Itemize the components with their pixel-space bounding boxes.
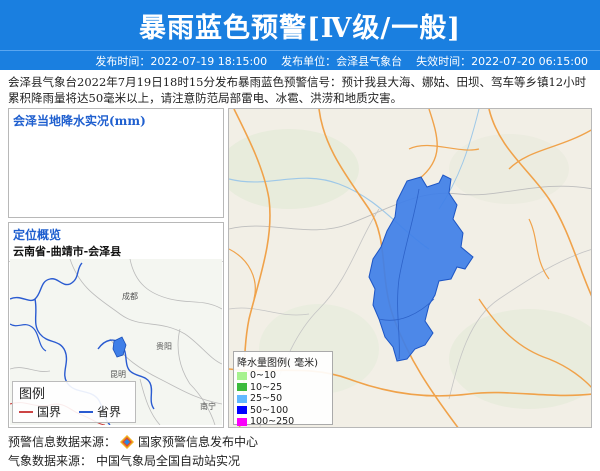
color-swatch bbox=[237, 394, 247, 403]
publish-time: 发布时间：2022-07-19 18:15:00 bbox=[95, 54, 268, 68]
meta-bar: 发布时间：2022-07-19 18:15:00 发布单位：会泽县气象台 失效时… bbox=[0, 50, 600, 70]
legend-title: 图例 bbox=[19, 387, 46, 402]
warning-area-map[interactable]: 降水量图例( 毫米) 0~10 10~25 25~50 50~100 100~2… bbox=[228, 108, 592, 428]
weather-label: 气象数据来源： bbox=[8, 454, 93, 468]
legend-province-border: 省界 bbox=[79, 403, 121, 420]
weather-source: 气象数据来源： 中国气象局全国自动站实况 bbox=[8, 452, 240, 469]
legend-label: 国界 bbox=[37, 405, 62, 419]
legend-label: 100~250 bbox=[250, 416, 295, 428]
rainfall-legend-item: 25~50 bbox=[237, 393, 329, 405]
location-panel: 定位概览 云南省-曲靖市-会泽县 成都 贵阳 昆明 南宁 图例 国界 省界 bbox=[8, 222, 224, 428]
color-swatch bbox=[237, 417, 247, 426]
expire-time: 失效时间：2022-07-20 06:15:00 bbox=[416, 54, 588, 68]
location-panel-title: 定位概览 bbox=[13, 228, 62, 242]
city-label: 贵阳 bbox=[156, 341, 172, 351]
color-swatch bbox=[237, 383, 247, 392]
city-label: 南宁 bbox=[200, 401, 216, 411]
overview-legend: 图例 国界 省界 bbox=[12, 381, 136, 423]
warning-source: 预警信息数据来源： 国家预警信息发布中心 bbox=[8, 433, 258, 450]
page-title: 暴雨蓝色预警[Ⅳ级/一般] bbox=[138, 12, 462, 44]
publisher: 发布单位：会泽县气象台 bbox=[281, 54, 403, 68]
city-label: 昆明 bbox=[110, 370, 126, 379]
legend-label: 省界 bbox=[97, 405, 122, 419]
rainfall-panel-title: 会泽当地降水实况(mm) bbox=[13, 114, 146, 128]
legend-label: 50~100 bbox=[250, 404, 289, 416]
rainfall-panel: 会泽当地降水实况(mm) bbox=[8, 108, 224, 218]
legend-label: 10~25 bbox=[250, 381, 283, 393]
weather-source-value: 中国气象局全国自动站实况 bbox=[96, 454, 241, 468]
color-swatch bbox=[237, 371, 247, 380]
rainfall-legend-item: 100~250 bbox=[237, 416, 329, 428]
color-swatch bbox=[237, 406, 247, 415]
legend-label: 25~50 bbox=[250, 393, 283, 405]
country-line-icon bbox=[19, 410, 33, 413]
source-label: 预警信息数据来源： bbox=[8, 435, 117, 449]
rainfall-legend-title: 降水量图例( 毫米) bbox=[237, 358, 318, 369]
rainfall-legend-item: 10~25 bbox=[237, 382, 329, 394]
warning-center-logo-icon bbox=[120, 434, 135, 449]
rainfall-legend-item: 0~10 bbox=[237, 370, 329, 382]
rainfall-legend-item: 50~100 bbox=[237, 405, 329, 417]
source-link[interactable]: 国家预警信息发布中心 bbox=[138, 433, 258, 450]
rainfall-legend: 降水量图例( 毫米) 0~10 10~25 25~50 50~100 100~2… bbox=[233, 351, 333, 428]
province-line-icon bbox=[79, 410, 94, 413]
legend-country-border: 国界 bbox=[19, 403, 61, 420]
city-label: 成都 bbox=[122, 291, 138, 301]
overview-map[interactable]: 成都 贵阳 昆明 南宁 图例 国界 省界 bbox=[10, 259, 222, 425]
warning-description: 会泽县气象台2022年7月19日18时15分发布暴雨蓝色预警信号：预计我县大海、… bbox=[8, 75, 587, 105]
warning-title-banner: 暴雨蓝色预警[Ⅳ级/一般] bbox=[0, 0, 600, 50]
legend-label: 0~10 bbox=[250, 370, 277, 382]
